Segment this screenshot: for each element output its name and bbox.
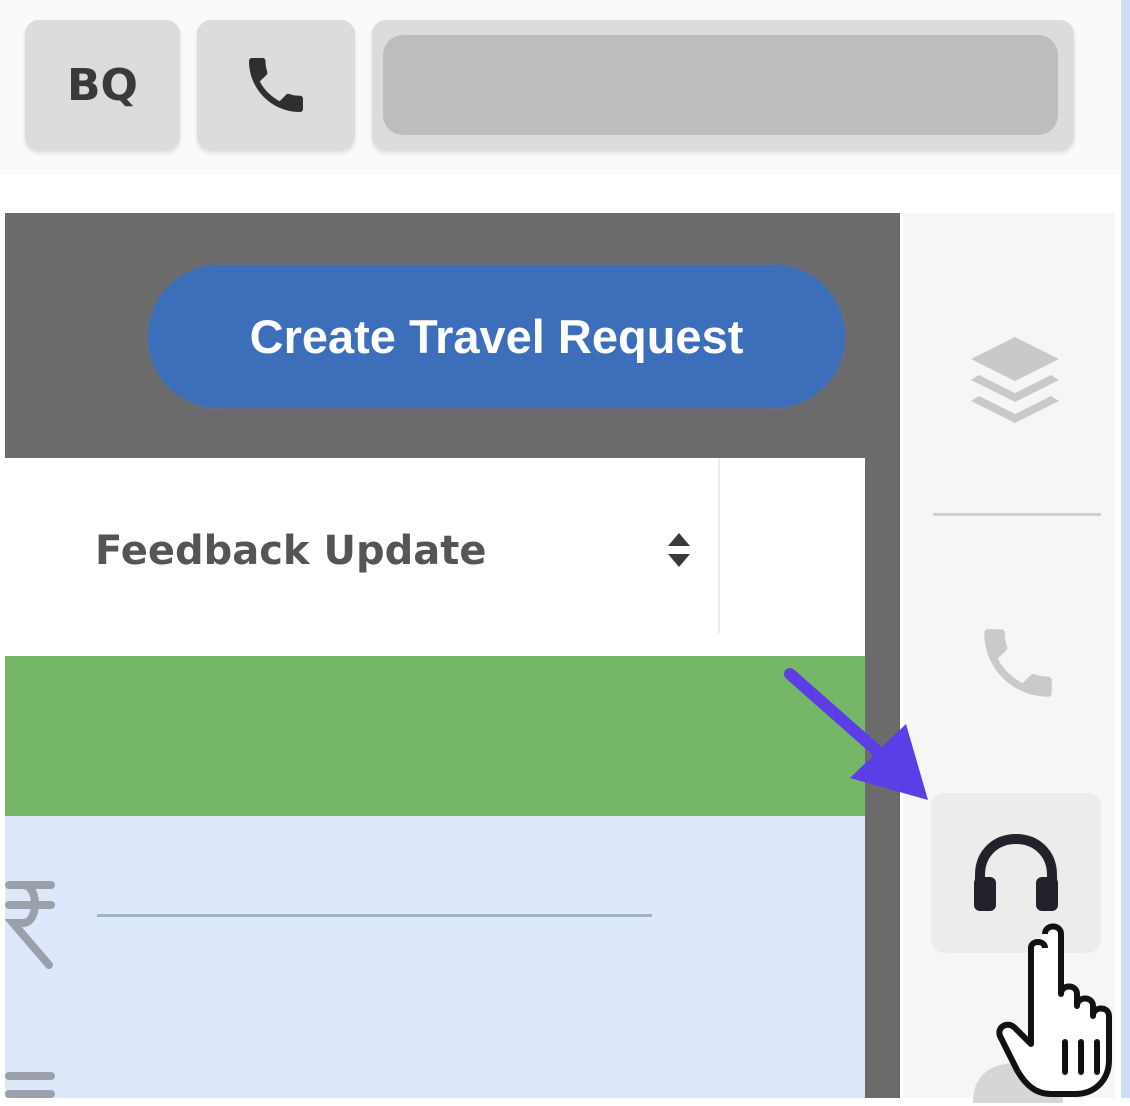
top-bar: BQ (0, 0, 1120, 175)
user-initials-button[interactable]: BQ (25, 20, 180, 150)
row-placeholder-line (97, 914, 652, 917)
rupee-icon (5, 1072, 55, 1098)
create-travel-request-label: Create Travel Request (249, 310, 744, 363)
partial-icon (973, 1063, 1063, 1103)
create-travel-request-button[interactable]: Create Travel Request (148, 265, 845, 408)
rupee-icon (5, 881, 55, 969)
phone-icon (249, 58, 303, 112)
table-row[interactable] (5, 816, 865, 1098)
search-input[interactable] (383, 35, 1058, 135)
sort-icon[interactable] (665, 530, 693, 570)
sidebar-divider (933, 513, 1101, 516)
user-initials: BQ (67, 59, 138, 111)
headset-button[interactable] (931, 793, 1101, 953)
column-divider (718, 458, 720, 633)
column-header-feedback-update[interactable]: Feedback Update (95, 528, 486, 574)
table-row-highlighted[interactable] (5, 656, 865, 816)
table-header: Feedback Update (5, 458, 865, 656)
phone-icon[interactable] (973, 618, 1063, 708)
window-edge (1121, 0, 1130, 1098)
layers-icon[interactable] (965, 333, 1065, 425)
right-sidebar (903, 213, 1115, 1103)
headset-icon (974, 833, 1058, 911)
main-panel: Create Travel Request Feedback Update (5, 213, 900, 1098)
search-container (372, 20, 1074, 150)
phone-button[interactable] (197, 20, 355, 150)
data-table: Feedback Update (5, 458, 865, 1098)
